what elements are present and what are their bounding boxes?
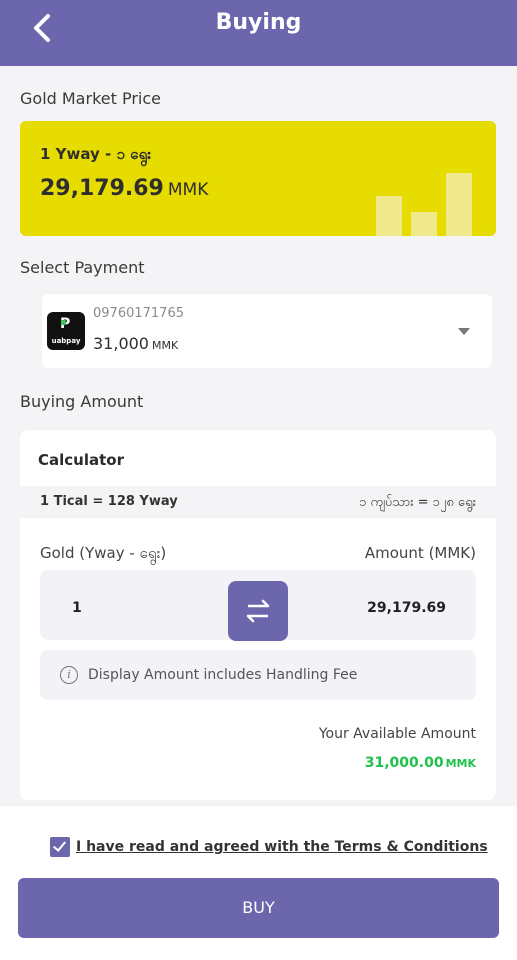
gold-input-value: 1 — [72, 600, 82, 616]
amount-unit-label: Amount (MMK) — [364, 544, 476, 562]
footer: I have read and agreed with the Terms & … — [0, 806, 517, 960]
ratio-english: 1 Tical = 128 Yway — [40, 494, 178, 509]
gold-price: 29,179.69 MMK — [40, 176, 208, 201]
terms-link[interactable]: I have read and agreed with the Terms & … — [76, 839, 488, 855]
swap-arrows-icon — [246, 599, 270, 623]
buying-amount-label: Buying Amount — [20, 392, 144, 411]
market-price-label: Gold Market Price — [20, 89, 161, 108]
terms-checkbox[interactable] — [50, 837, 70, 857]
amount-input[interactable]: 29,179.69 — [258, 570, 476, 640]
available-amount-label: Your Available Amount — [318, 726, 476, 742]
select-payment-label: Select Payment — [20, 258, 145, 277]
gold-price-currency: MMK — [167, 180, 209, 200]
wallet-name: uabpay — [51, 337, 81, 345]
checkmark-icon — [52, 838, 67, 852]
gold-input[interactable]: 1 — [40, 570, 258, 640]
handling-fee-note: i Display Amount includes Handling Fee — [40, 650, 476, 700]
wallet-balance: 31,000 MMK — [93, 334, 178, 353]
info-icon: i — [60, 666, 78, 684]
chart-bar-decoration — [446, 173, 472, 236]
buy-button[interactable]: BUY — [18, 878, 499, 938]
wallet-phone: 09760171765 — [93, 306, 184, 321]
wallet-p-icon: P — [60, 316, 71, 332]
chart-bar-decoration — [376, 196, 402, 236]
wallet-balance-value: 31,000 — [93, 334, 149, 353]
available-amount: 31,000.00 MMK — [365, 755, 476, 771]
calculator-card: Calculator 1 Tical = 128 Yway ၁ ကျပ်သား … — [20, 430, 496, 800]
available-amount-value: 31,000.00 — [364, 755, 444, 771]
calculator-title: Calculator — [38, 451, 124, 469]
swap-button[interactable] — [228, 581, 288, 641]
wallet-balance-currency: MMK — [151, 339, 179, 352]
conversion-ratio: 1 Tical = 128 Yway ၁ ကျပ်သား = ၁၂၈ ရွေး — [20, 486, 496, 518]
note-text: Display Amount includes Handling Fee — [88, 667, 358, 683]
gold-price-card: 1 Yway - ၁ ရွေး 29,179.69 MMK — [20, 121, 496, 236]
ratio-myanmar: ၁ ကျပ်သား = ၁၂၈ ရွေး — [359, 495, 476, 510]
dropdown-arrow-icon[interactable] — [458, 328, 470, 335]
amount-input-value: 29,179.69 — [367, 600, 446, 616]
price-unit: 1 Yway - ၁ ရွေး — [40, 145, 152, 163]
payment-selector[interactable]: P uabpay 09760171765 31,000 MMK — [42, 294, 492, 368]
wallet-logo: P uabpay — [47, 312, 85, 350]
gold-price-value: 29,179.69 — [40, 176, 164, 201]
app-header: Buying — [0, 0, 517, 66]
available-amount-currency: MMK — [445, 757, 476, 770]
page-title: Buying — [215, 10, 302, 35]
chart-bar-decoration — [411, 212, 437, 236]
gold-unit-label: Gold (Yway - ရွေး) — [40, 544, 167, 562]
